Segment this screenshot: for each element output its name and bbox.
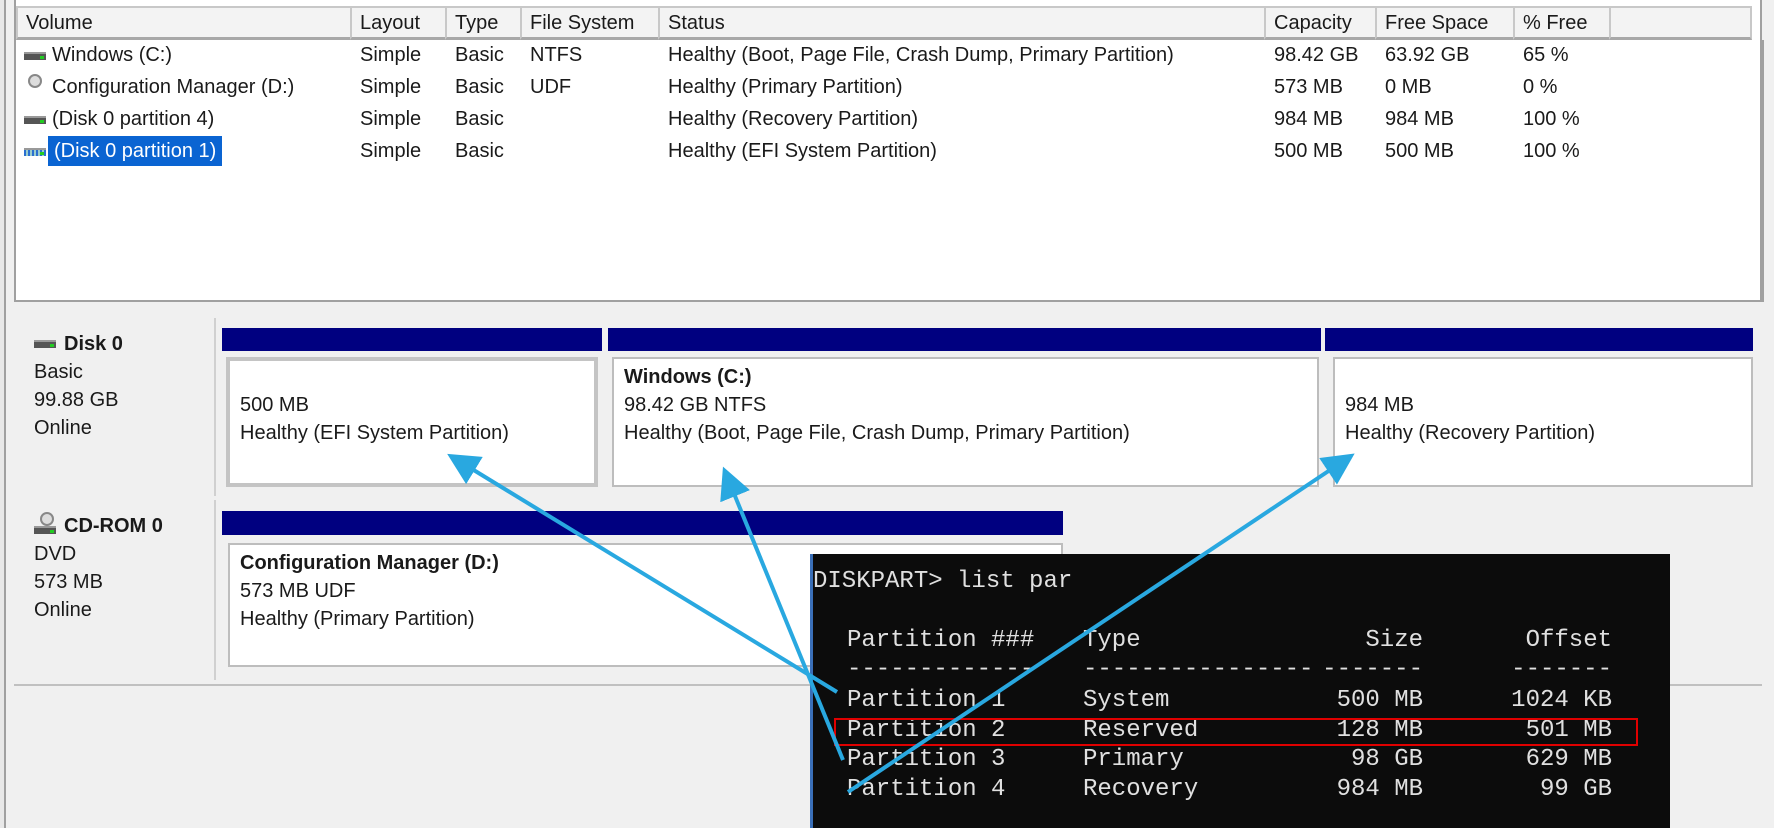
annotation-arrows <box>447 453 1355 794</box>
arrow-partition-4-to-recovery <box>846 453 1355 794</box>
arrow-partition-3-to-windows <box>720 466 845 761</box>
arrow-partition-1-to-efi <box>447 453 839 694</box>
